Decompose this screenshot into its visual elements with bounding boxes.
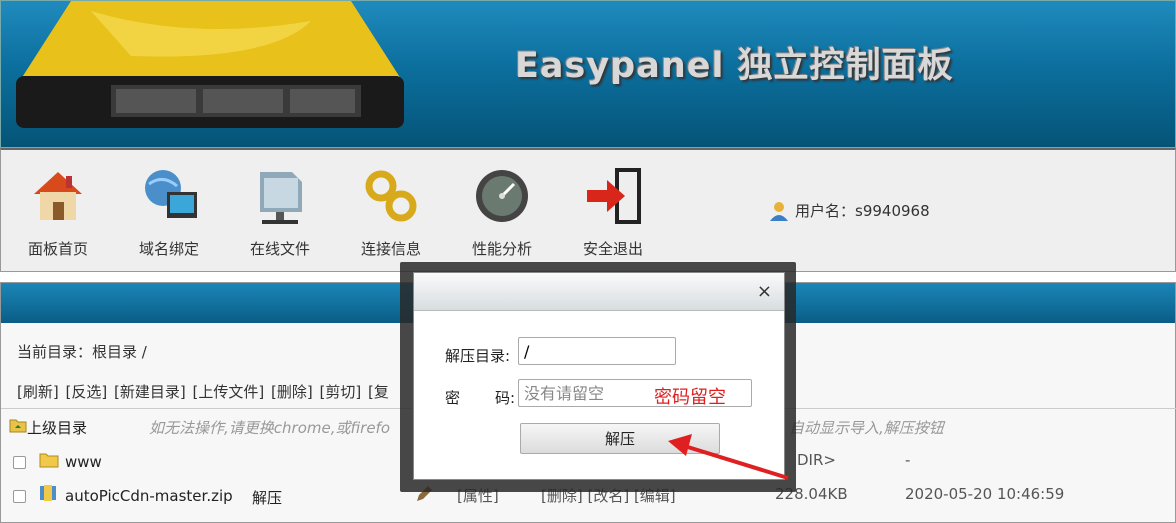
current-directory: 当前目录：根目录 / [17, 343, 147, 361]
brand-title: Easypanel 独立控制面板 [515, 46, 954, 86]
upload-link[interactable]: [上传文件] [193, 383, 265, 401]
file-date: 2020-05-20 10:46:59 [905, 485, 1065, 503]
server-logo-icon [16, 1, 404, 128]
toolbar-logout[interactable]: 安全退出 [568, 164, 658, 259]
delete-link[interactable]: [删除] [271, 383, 313, 401]
folder-network-icon [260, 172, 302, 224]
row-checkbox[interactable] [13, 490, 26, 503]
home-icon [34, 172, 82, 220]
import-hint: 自动显示导入,解压按钮 [789, 419, 944, 437]
chain-link-icon [365, 170, 417, 222]
password-label-part1: 密 [445, 389, 461, 407]
copy-link[interactable]: [复 [368, 383, 389, 401]
extract-dir-input[interactable] [518, 337, 676, 365]
password-label-part2: 码: [495, 389, 516, 407]
main-toolbar: 面板首页 域名绑定 在线文件 连接信息 性能分析 安全退出 用户名：s99409… [0, 148, 1176, 272]
zip-file-icon [40, 485, 56, 501]
file-actions: [刷新] [反选] [新建目录] [上传文件] [删除] [剪切] [复 [17, 381, 391, 402]
toolbar-files[interactable]: 在线文件 [235, 164, 325, 259]
toolbar-performance[interactable]: 性能分析 [457, 164, 547, 259]
username-label: 用户名：s9940968 [795, 202, 930, 220]
refresh-link[interactable]: [刷新] [17, 383, 59, 401]
dialog-header: × [414, 273, 784, 311]
new-folder-link[interactable]: [新建目录] [114, 383, 186, 401]
globe-monitor-icon [145, 170, 197, 218]
exit-door-icon [587, 168, 641, 224]
invert-selection-link[interactable]: [反选] [66, 383, 108, 401]
file-date: - [905, 451, 911, 469]
extract-dir-label: 解压目录: [445, 347, 511, 365]
parent-dir-link[interactable]: 上级目录 [27, 417, 87, 438]
user-icon [770, 201, 788, 221]
file-name-link[interactable]: www [65, 453, 102, 471]
folder-up-icon [9, 419, 27, 433]
file-size: DIR> [797, 451, 836, 469]
row-checkbox[interactable] [13, 456, 26, 469]
extract-link[interactable]: 解压 [252, 487, 282, 508]
folder-icon [39, 453, 59, 468]
user-info: 用户名：s9940968 [769, 200, 930, 221]
toolbar-domain[interactable]: 域名绑定 [124, 164, 214, 259]
close-icon[interactable]: × [757, 281, 772, 302]
cut-link[interactable]: [剪切] [320, 383, 362, 401]
annotation-arrow-icon [668, 434, 789, 480]
gauge-icon [476, 170, 528, 222]
toolbar-connection[interactable]: 连接信息 [346, 164, 436, 259]
browser-hint: 如无法操作,请更换chrome,或firefo [149, 419, 391, 437]
header-banner: Easypanel 独立控制面板 [0, 0, 1176, 148]
toolbar-home[interactable]: 面板首页 [13, 164, 103, 259]
file-name-link[interactable]: autoPicCdn-master.zip [65, 487, 233, 505]
password-annotation: 密码留空 [654, 387, 726, 408]
